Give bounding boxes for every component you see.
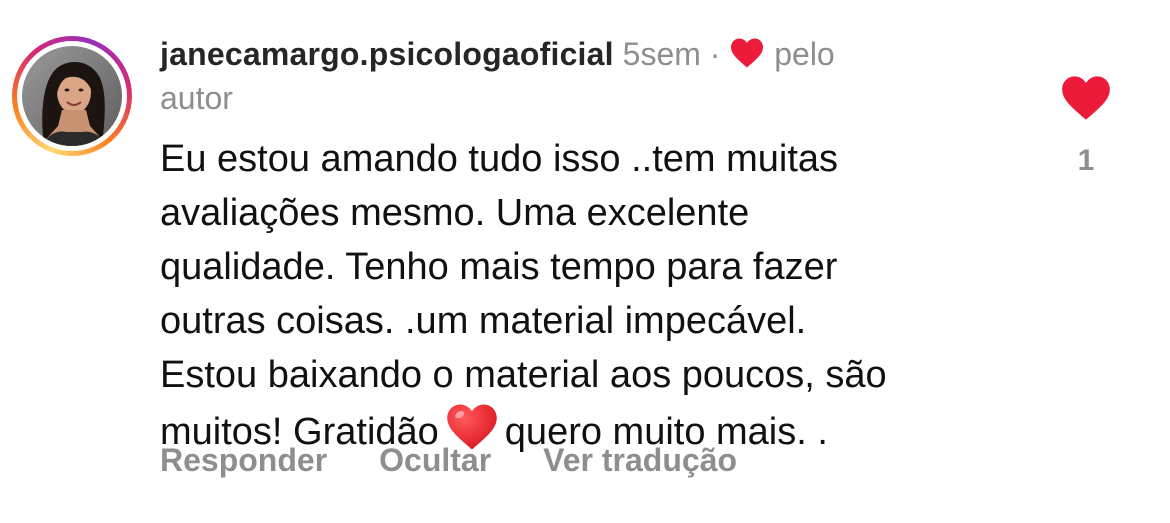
- username-link[interactable]: janecamargo.psicologaoficial: [160, 36, 614, 72]
- heart-icon: [731, 38, 764, 68]
- see-translation-button[interactable]: Ver tradução: [543, 442, 737, 479]
- avatar: [22, 46, 122, 146]
- meta-separator: ·: [709, 36, 721, 72]
- hide-button[interactable]: Ocultar: [379, 442, 491, 479]
- comment-actions: Responder Ocultar Ver tradução: [160, 442, 789, 479]
- heart-filled-icon[interactable]: [1060, 74, 1112, 122]
- liked-by-author-label: pelo: [774, 36, 835, 72]
- reply-button[interactable]: Responder: [160, 442, 327, 479]
- comment: janecamargo.psicologaoficial 5sem · pelo…: [0, 0, 1170, 523]
- comment-text-main: Eu estou amando tudo isso ..tem muitas a…: [160, 138, 887, 453]
- like-count[interactable]: 1: [1060, 144, 1112, 178]
- comment-time[interactable]: 5sem: [623, 36, 701, 72]
- comment-header: janecamargo.psicologaoficial 5sem · pelo…: [160, 32, 960, 120]
- avatar-story-ring[interactable]: [12, 36, 132, 156]
- liked-by-author-label-2: autor: [160, 80, 233, 116]
- comment-text: Eu estou amando tudo isso ..tem muitas a…: [160, 132, 1020, 459]
